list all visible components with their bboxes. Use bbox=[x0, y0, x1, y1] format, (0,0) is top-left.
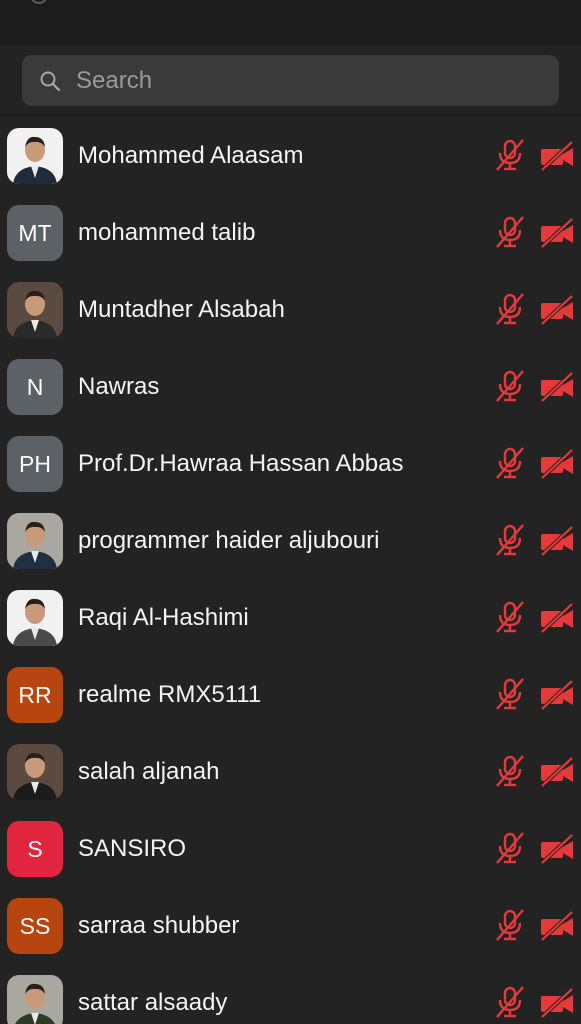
avatar: N bbox=[7, 359, 63, 415]
mic-muted-icon[interactable] bbox=[493, 446, 527, 480]
video-off-icon[interactable] bbox=[539, 525, 575, 557]
video-off-icon[interactable] bbox=[539, 679, 575, 711]
participant-row[interactable]: sattar alsaady bbox=[0, 965, 581, 1024]
search-input[interactable] bbox=[76, 66, 516, 95]
mic-muted-icon[interactable] bbox=[493, 754, 527, 788]
participant-name: Prof.Dr.Hawraa Hassan Abbas bbox=[78, 450, 404, 477]
video-off-icon[interactable] bbox=[539, 987, 575, 1019]
avatar bbox=[7, 513, 63, 569]
participant-row[interactable]: PH Prof.Dr.Hawraa Hassan Abbas bbox=[0, 426, 581, 503]
participant-name: sattar alsaady bbox=[78, 989, 228, 1016]
cut-off-icon bbox=[30, 0, 48, 4]
video-off-icon[interactable] bbox=[539, 217, 575, 249]
video-off-icon[interactable] bbox=[539, 833, 575, 865]
avatar: SS bbox=[7, 898, 63, 954]
participant-row[interactable]: programmer haider aljubouri bbox=[0, 503, 581, 580]
avatar: RR bbox=[7, 667, 63, 723]
participant-row[interactable]: MT mohammed talib bbox=[0, 195, 581, 272]
participant-row[interactable]: S SANSIRO bbox=[0, 811, 581, 888]
mic-muted-icon[interactable] bbox=[493, 677, 527, 711]
search-icon bbox=[40, 71, 61, 91]
participant-row[interactable]: salah aljanah bbox=[0, 734, 581, 811]
video-off-icon[interactable] bbox=[539, 910, 575, 942]
participant-name: sarraa shubber bbox=[78, 912, 240, 939]
avatar bbox=[7, 128, 63, 184]
participant-name: programmer haider aljubouri bbox=[78, 527, 380, 554]
avatar bbox=[7, 975, 63, 1024]
avatar bbox=[7, 282, 63, 338]
avatar bbox=[7, 590, 63, 646]
participant-list: Mohammed Alaasam MT mohammed talib Muntadhe… bbox=[0, 118, 581, 1024]
participant-name: Raqi Al-Hashimi bbox=[78, 604, 249, 631]
mic-muted-icon[interactable] bbox=[493, 908, 527, 942]
top-bar bbox=[0, 0, 581, 46]
participant-name: realme RMX5111 bbox=[78, 681, 262, 708]
participant-name: Muntadher Alsabah bbox=[78, 296, 285, 323]
avatar: MT bbox=[7, 205, 63, 261]
avatar: S bbox=[7, 821, 63, 877]
mic-muted-icon[interactable] bbox=[493, 292, 527, 326]
video-off-icon[interactable] bbox=[539, 294, 575, 326]
participant-name: mohammed talib bbox=[78, 219, 256, 246]
participant-name: salah aljanah bbox=[78, 758, 220, 785]
participant-row[interactable]: Mohammed Alaasam bbox=[0, 118, 581, 195]
mic-muted-icon[interactable] bbox=[493, 523, 527, 557]
avatar bbox=[7, 744, 63, 800]
participant-name: Mohammed Alaasam bbox=[78, 142, 304, 169]
participant-row[interactable]: Raqi Al-Hashimi bbox=[0, 580, 581, 657]
participant-row[interactable]: SS sarraa shubber bbox=[0, 888, 581, 965]
divider bbox=[0, 114, 581, 116]
video-off-icon[interactable] bbox=[539, 448, 575, 480]
participant-name: SANSIRO bbox=[78, 835, 187, 862]
search-bar[interactable] bbox=[22, 55, 559, 106]
mic-muted-icon[interactable] bbox=[493, 600, 527, 634]
mic-muted-icon[interactable] bbox=[493, 215, 527, 249]
mic-muted-icon[interactable] bbox=[493, 138, 527, 172]
participant-row[interactable]: N Nawras bbox=[0, 349, 581, 426]
mic-muted-icon[interactable] bbox=[493, 369, 527, 403]
participant-name: Nawras bbox=[78, 373, 160, 400]
participant-row[interactable]: RR realme RMX5111 bbox=[0, 657, 581, 734]
mic-muted-icon[interactable] bbox=[493, 985, 527, 1019]
mic-muted-icon[interactable] bbox=[493, 831, 527, 865]
avatar: PH bbox=[7, 436, 63, 492]
participant-row[interactable]: Muntadher Alsabah bbox=[0, 272, 581, 349]
video-off-icon[interactable] bbox=[539, 371, 575, 403]
video-off-icon[interactable] bbox=[539, 756, 575, 788]
video-off-icon[interactable] bbox=[539, 140, 575, 172]
video-off-icon[interactable] bbox=[539, 602, 575, 634]
